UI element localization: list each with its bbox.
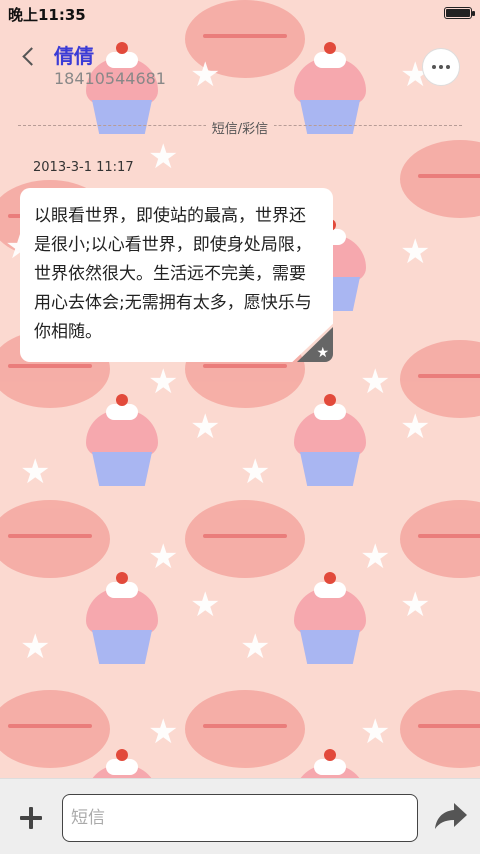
macaron-decoration [400, 500, 480, 578]
star-decoration: ★ [240, 627, 271, 667]
status-time: 晚上11:35 [8, 6, 86, 24]
conversation-header: 倩倩 18410544681 [0, 28, 480, 108]
cupcake-decoration [290, 572, 370, 668]
cupcake-decoration [290, 394, 370, 490]
composer-bar [0, 778, 480, 854]
star-decoration: ★ [148, 362, 179, 402]
message-timestamp: 2013-3-1 11:17 [33, 160, 134, 175]
star-decoration: ★ [148, 137, 179, 177]
contact-number: 18410544681 [54, 69, 166, 88]
star-decoration: ★ [240, 452, 271, 492]
cupcake-decoration [82, 394, 162, 490]
star-decoration: ★ [360, 537, 391, 577]
add-attachment-button[interactable] [16, 803, 46, 833]
star-decoration: ★ [20, 627, 51, 667]
contact-name: 倩倩 [54, 44, 94, 68]
channel-label-row: 短信/彩信 [0, 118, 480, 137]
back-button[interactable] [12, 40, 44, 72]
star-decoration: ★ [190, 407, 221, 447]
star-decoration: ★ [20, 452, 51, 492]
cupcake-decoration [82, 572, 162, 668]
battery-icon [444, 7, 475, 19]
macaron-decoration [0, 500, 110, 578]
star-decoration: ★ [148, 712, 179, 752]
star-decoration: ★ [190, 585, 221, 625]
more-options-button[interactable] [422, 48, 460, 86]
star-decoration: ★ [400, 232, 431, 272]
status-bar: 晚上11:35 [0, 0, 480, 26]
star-icon: ★ [316, 345, 329, 361]
send-arrow-icon [435, 803, 467, 829]
message-bubble[interactable]: 以眼看世界，即使站的最高，世界还是很小;以心看世界，即使身处局限，世界依然很大。… [20, 188, 333, 362]
more-dots-icon [432, 65, 436, 69]
star-decoration: ★ [400, 585, 431, 625]
more-dots-icon [446, 65, 450, 69]
star-decoration: ★ [400, 407, 431, 447]
macaron-decoration [185, 500, 305, 578]
send-button[interactable] [434, 801, 468, 831]
chevron-left-icon [21, 46, 41, 66]
channel-label: 短信/彩信 [205, 122, 275, 137]
star-decoration: ★ [360, 362, 391, 402]
macaron-decoration [185, 690, 305, 768]
macaron-decoration [400, 690, 480, 768]
more-dots-icon [439, 65, 443, 69]
star-decoration: ★ [360, 712, 391, 752]
message-input[interactable] [62, 794, 418, 842]
star-decoration: ★ [148, 537, 179, 577]
macaron-decoration [400, 140, 480, 218]
